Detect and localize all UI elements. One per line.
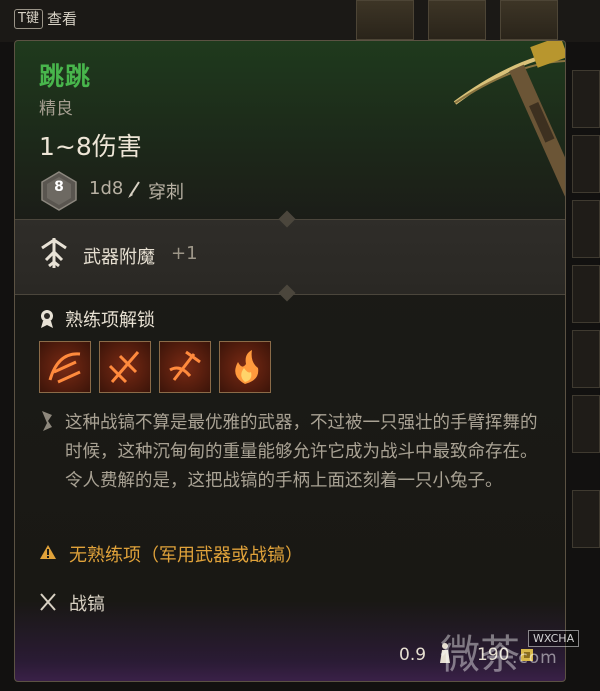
description-quill-icon bbox=[42, 411, 52, 431]
weapon-type: 战镐 bbox=[69, 594, 105, 615]
chop-action-icon bbox=[169, 350, 201, 381]
weapon-enchantment-icon bbox=[41, 238, 67, 268]
watermark-logo: 微茶 bbox=[440, 632, 520, 678]
item-tooltip: 跳跳 精良 1~8伤害 8 1d8 穿刺 武器附魔 +1 熟练项解锁 这种战镐不… bbox=[14, 40, 566, 682]
watermark-url: .com bbox=[512, 648, 558, 668]
inventory-slot[interactable] bbox=[356, 0, 414, 40]
item-name: 跳跳 bbox=[39, 62, 92, 91]
warning-icon bbox=[40, 545, 56, 559]
inventory-slot[interactable] bbox=[428, 0, 486, 40]
examine-hotkey-hint[interactable]: T键 查看 bbox=[14, 8, 77, 29]
piercing-icon bbox=[128, 181, 140, 198]
item-weight: 0.9 bbox=[399, 645, 427, 665]
action-sweep[interactable] bbox=[39, 341, 91, 393]
action-chop[interactable] bbox=[159, 341, 211, 393]
action-smash[interactable] bbox=[99, 341, 151, 393]
inventory-slot[interactable] bbox=[572, 330, 600, 388]
inventory-slot[interactable] bbox=[572, 135, 600, 193]
watermark-badge: WXCHA bbox=[528, 630, 580, 647]
smash-action-icon bbox=[108, 351, 140, 384]
hotkey-key: T键 bbox=[14, 8, 43, 29]
proficiency-unlock-label: 熟练项解锁 bbox=[65, 310, 155, 331]
inventory-slot[interactable] bbox=[572, 490, 600, 548]
crossed-weapons-icon bbox=[40, 593, 56, 611]
action-fire[interactable] bbox=[219, 341, 271, 393]
fire-action-icon bbox=[235, 350, 259, 384]
sweep-action-icon bbox=[48, 352, 81, 384]
enchantment-value: +1 bbox=[171, 243, 198, 264]
inventory-slot[interactable] bbox=[572, 70, 600, 128]
inventory-slot[interactable] bbox=[572, 395, 600, 453]
item-description: 这种战镐不算是最优雅的武器，不过被一只强壮的手臂挥舞的时候，这种沉甸甸的重量能够… bbox=[65, 413, 538, 491]
damage-dice: 1d8 bbox=[89, 178, 124, 199]
hotkey-label: 查看 bbox=[46, 10, 77, 28]
inventory-slot[interactable] bbox=[572, 265, 600, 323]
enchantment-label: 武器附魔 bbox=[83, 247, 155, 268]
damage-type: 穿刺 bbox=[148, 182, 184, 203]
item-rarity: 精良 bbox=[39, 99, 73, 119]
war-pick-image bbox=[453, 41, 565, 227]
damage-range: 1~8伤害 bbox=[39, 132, 142, 161]
proficiency-medal-icon bbox=[41, 310, 53, 328]
inventory-slot[interactable] bbox=[572, 200, 600, 258]
proficiency-warning: 无熟练项（军用武器或战镐） bbox=[69, 545, 303, 566]
inventory-slot[interactable] bbox=[500, 0, 558, 40]
die-face-value: 8 bbox=[54, 179, 64, 195]
